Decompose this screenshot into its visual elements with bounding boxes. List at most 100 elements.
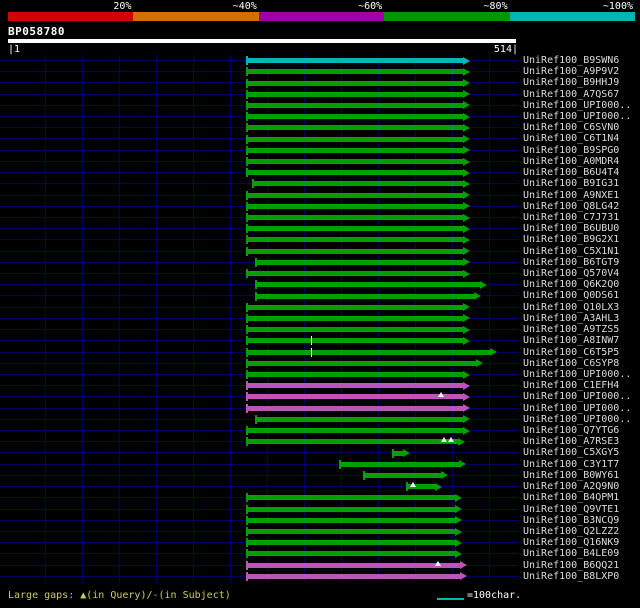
hit-label[interactable]: UniRef100_Q8LG42 [523,201,619,212]
hit-bar[interactable] [247,349,491,355]
hit-label[interactable]: UniRef100_B9G2X1 [523,234,619,245]
hit-bar[interactable] [247,372,463,378]
hit-bar[interactable] [247,573,460,579]
hit-label[interactable]: UniRef100_B9IG31 [523,178,619,189]
hit-bar[interactable] [247,58,463,64]
hit-bar[interactable] [247,91,463,97]
hit-bar[interactable] [363,472,441,478]
hit-bar[interactable] [247,495,455,501]
hit-label[interactable]: UniRef100_Q6K2Q0 [523,279,619,290]
hit-bar[interactable] [247,529,455,535]
hit-bar[interactable] [247,125,463,131]
hit-label[interactable]: UniRef100_B6QQ21 [523,560,619,571]
hit-label[interactable]: UniRef100_UPI000.. [523,414,631,425]
hit-row: UniRef100_B9SWN6 [0,55,640,66]
hit-label[interactable]: UniRef100_B9SPG0 [523,145,619,156]
hit-bar[interactable] [393,450,404,456]
hit-label[interactable]: UniRef100_Q16NK9 [523,537,619,548]
hit-label[interactable]: UniRef100_B6UBU0 [523,223,619,234]
hit-bar[interactable] [247,170,463,176]
hit-label[interactable]: UniRef100_UPI000.. [523,391,631,402]
hit-bar[interactable] [247,315,463,321]
hit-label[interactable]: UniRef100_B4LE09 [523,548,619,559]
hit-bar[interactable] [247,439,458,445]
hit-label[interactable]: UniRef100_Q10LX3 [523,302,619,313]
hit-bar[interactable] [247,114,463,120]
hit-bar[interactable] [247,394,463,400]
hit-bar-arrowhead [462,168,470,177]
hit-bar[interactable] [256,293,475,299]
hit-bar[interactable] [247,428,463,434]
hit-bar-arrowhead [462,381,470,390]
hit-bar[interactable] [247,562,460,568]
ruler-end-label: 514| [493,44,518,55]
hit-label[interactable]: UniRef100_C6T5P5 [523,347,619,358]
hit-bar-arrowhead [462,303,470,312]
hit-label[interactable]: UniRef100_C5X1N1 [523,246,619,257]
hit-label[interactable]: UniRef100_C6SYP8 [523,358,619,369]
hit-label[interactable]: UniRef100_C1EFH4 [523,380,619,391]
hit-bar[interactable] [247,136,463,142]
hit-bar[interactable] [247,327,463,333]
hit-bar[interactable] [256,416,463,422]
hit-bar[interactable] [247,360,477,366]
hit-bar[interactable] [247,551,455,557]
hit-label[interactable]: UniRef100_UPI000.. [523,100,631,111]
hit-bar[interactable] [247,102,463,108]
hit-label[interactable]: UniRef100_Q0DS61 [523,290,619,301]
hit-bar[interactable] [247,517,455,523]
hit-bar[interactable] [247,271,463,277]
hit-bar[interactable] [247,226,463,232]
hit-bar[interactable] [247,540,455,546]
hit-bar-arrowhead [462,224,470,233]
hit-bar[interactable] [340,461,459,467]
hit-bar[interactable] [247,338,463,344]
hit-label[interactable]: UniRef100_A9P9V2 [523,66,619,77]
hit-label[interactable]: UniRef100_B6TGT9 [523,257,619,268]
hit-bar[interactable] [247,383,463,389]
hit-label[interactable]: UniRef100_B9SWN6 [523,55,619,66]
hit-bar[interactable] [247,69,463,75]
hit-bar[interactable] [247,506,455,512]
hit-bar[interactable] [247,405,463,411]
hit-label[interactable]: UniRef100_A3AHL3 [523,313,619,324]
hit-label[interactable]: UniRef100_A8INW7 [523,335,619,346]
hit-row: UniRef100_C6SYP8 [0,358,640,369]
hit-label[interactable]: UniRef100_A0MDR4 [523,156,619,167]
hit-bar[interactable] [247,80,463,86]
hit-bar[interactable] [247,248,463,254]
hit-label[interactable]: UniRef100_C6T1N4 [523,133,619,144]
hit-bar[interactable] [247,159,463,164]
hit-label[interactable]: UniRef100_C6SVN0 [523,122,619,133]
hit-bar[interactable] [247,203,463,209]
hit-label[interactable]: UniRef100_UPI000.. [523,369,631,380]
hit-label[interactable]: UniRef100_A7QS67 [523,89,619,100]
hit-label[interactable]: UniRef100_Q570V4 [523,268,619,279]
hit-label[interactable]: UniRef100_C5XGY5 [523,447,619,458]
hit-label[interactable]: UniRef100_B3NCQ9 [523,515,619,526]
hit-label[interactable]: UniRef100_A9TZS5 [523,324,619,335]
hit-label[interactable]: UniRef100_A2Q9N0 [523,481,619,492]
hit-bar[interactable] [256,259,463,265]
hit-label[interactable]: UniRef100_Q9VTE1 [523,504,619,515]
hit-label[interactable]: UniRef100_Q2LZZ2 [523,526,619,537]
hit-label[interactable]: UniRef100_B6U4T4 [523,167,619,178]
hit-label[interactable]: UniRef100_B0WY61 [523,470,619,481]
hit-bar[interactable] [247,237,463,243]
hit-bar[interactable] [247,147,463,153]
hit-bar[interactable] [256,282,481,288]
hit-label[interactable]: UniRef100_Q7YTG6 [523,425,619,436]
hit-bar[interactable] [253,181,463,187]
hit-label[interactable]: UniRef100_B4QPM1 [523,492,619,503]
hit-label[interactable]: UniRef100_C7J731 [523,212,619,223]
hit-label[interactable]: UniRef100_A7RSE3 [523,436,619,447]
hit-label[interactable]: UniRef100_UPI000.. [523,111,631,122]
hit-bar[interactable] [247,192,463,198]
hit-bar[interactable] [247,215,463,221]
hit-label[interactable]: UniRef100_UPI000.. [523,403,631,414]
hit-label[interactable]: UniRef100_C3Y1T7 [523,459,619,470]
hit-label[interactable]: UniRef100_B8LXP0 [523,571,619,582]
hit-bar[interactable] [247,304,463,310]
hit-label[interactable]: UniRef100_B9HHJ9 [523,77,619,88]
hit-label[interactable]: UniRef100_A9NXE1 [523,190,619,201]
